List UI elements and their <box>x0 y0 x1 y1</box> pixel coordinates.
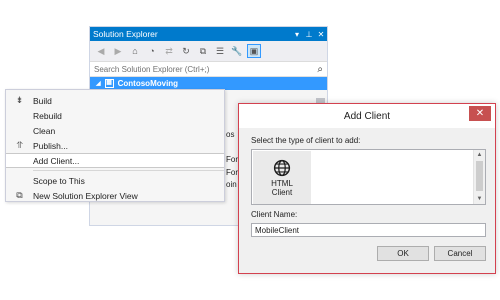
menu-item-label: Scope to This <box>33 175 85 186</box>
properties-icon[interactable]: 🔧 <box>230 44 244 58</box>
close-button[interactable]: ✕ <box>469 106 491 121</box>
solution-explorer-titlebar: Solution Explorer ▾ ⊥ ✕ <box>90 27 327 41</box>
menu-item-scope-to-this[interactable]: Scope to This <box>6 173 224 188</box>
forward-icon[interactable]: ▶ <box>111 44 125 58</box>
show-all-files-icon[interactable]: ☰ <box>213 44 227 58</box>
menu-item-label: Clean <box>33 125 56 136</box>
menu-item-label: New Solution Explorer View <box>33 190 138 201</box>
context-menu: ⇟ Build Rebuild Clean ⥣ Publish... Add C… <box>5 89 225 202</box>
menu-item-label: Add Client... <box>33 155 80 166</box>
client-name-label: Client Name: <box>251 210 298 219</box>
menu-item-new-solution-explorer-view[interactable]: ⧉ New Solution Explorer View <box>6 188 224 203</box>
dropdown-icon[interactable]: ▾ <box>291 30 303 39</box>
scrollbar[interactable]: ▲ ▼ <box>473 150 485 204</box>
home-icon[interactable]: ⌂ <box>128 44 142 58</box>
solution-explorer-title: Solution Explorer <box>93 29 158 39</box>
solution-explorer-search[interactable]: Search Solution Explorer (Ctrl+;) ⌕ <box>90 62 327 77</box>
globe-icon <box>273 159 291 176</box>
search-input[interactable]: Search Solution Explorer (Ctrl+;) <box>94 65 317 74</box>
new-view-icon: ⧉ <box>16 190 23 200</box>
collapse-all-icon[interactable]: ⧉ <box>196 44 210 58</box>
project-name: ContosoMoving <box>117 79 179 88</box>
add-client-dialog: Add Client ✕ Select the type of client t… <box>238 103 496 274</box>
dialog-titlebar: Add Client ✕ <box>239 104 495 128</box>
menu-item-label: Build <box>33 95 52 106</box>
ok-button[interactable]: OK <box>377 246 429 261</box>
client-type-list: HTML Client ▲ ▼ <box>251 149 486 205</box>
menu-item-rebuild[interactable]: Rebuild <box>6 108 224 123</box>
tree-item-fragment: os <box>226 130 235 139</box>
client-name-input[interactable] <box>251 223 486 237</box>
menu-item-label: Publish... <box>33 140 68 151</box>
search-icon[interactable]: ⌕ <box>317 64 323 75</box>
solution-explorer-toolbar: ◀ ▶ ⌂ ◔ ⇄ ↻ ⧉ ☰ 🔧 ▣ <box>90 41 327 62</box>
build-icon: ⇟ <box>15 95 24 105</box>
scroll-up-icon[interactable]: ▲ <box>474 150 485 160</box>
pending-changes-icon[interactable]: ◔ <box>145 44 159 58</box>
project-icon: ▦ <box>104 79 114 88</box>
tree-item-fragment: oin <box>226 180 237 189</box>
expand-arrow-icon[interactable]: ◢ <box>96 80 101 87</box>
publish-icon: ⥣ <box>16 140 23 150</box>
scroll-thumb[interactable] <box>476 161 483 191</box>
close-icon[interactable]: ✕ <box>315 30 327 39</box>
client-type-prompt: Select the type of client to add: <box>251 136 361 145</box>
menu-item-add-client[interactable]: Add Client... <box>6 153 224 168</box>
dialog-title: Add Client <box>343 110 391 122</box>
back-icon[interactable]: ◀ <box>94 44 108 58</box>
preview-icon[interactable]: ▣ <box>247 44 261 58</box>
menu-item-publish[interactable]: ⥣ Publish... <box>6 138 224 153</box>
pin-icon[interactable]: ⊥ <box>303 30 315 39</box>
sync-icon[interactable]: ⇄ <box>162 44 176 58</box>
menu-item-clean[interactable]: Clean <box>6 123 224 138</box>
client-type-html[interactable]: HTML Client <box>253 151 311 204</box>
client-type-label: HTML Client <box>271 178 293 197</box>
menu-separator <box>33 170 224 171</box>
menu-item-build[interactable]: ⇟ Build <box>6 93 224 108</box>
refresh-icon[interactable]: ↻ <box>179 44 193 58</box>
cancel-button[interactable]: Cancel <box>434 246 486 261</box>
scroll-down-icon[interactable]: ▼ <box>474 194 485 204</box>
menu-item-label: Rebuild <box>33 110 62 121</box>
